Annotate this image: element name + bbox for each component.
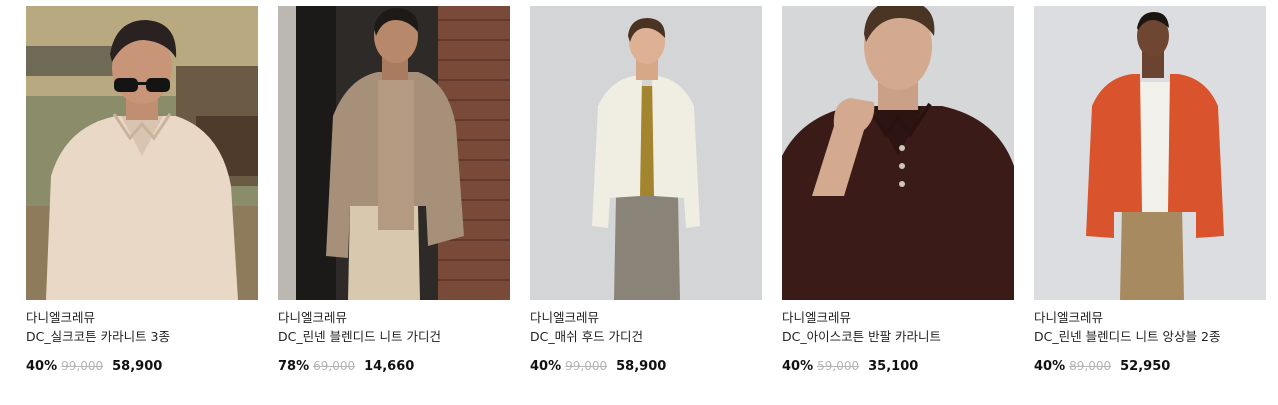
discount-rate: 40% — [1034, 359, 1066, 374]
price-row: 78% 69,000 14,660 — [278, 357, 414, 375]
sale-price: 58,900 — [616, 359, 667, 374]
price-row: 40% 99,000 58,900 — [26, 357, 162, 375]
sale-price: 58,900 — [112, 359, 163, 374]
product-image-short-sleeve-polo — [782, 6, 1014, 300]
product-card[interactable]: 다니엘크레뮤 DC_린넨 블렌디드 니트 가디건 78% 69,000 14,660 — [278, 6, 510, 386]
product-card[interactable]: 다니엘크레뮤 DC_실크코튼 카라니트 3종 40% 99,000 58,900 — [26, 6, 258, 386]
product-card[interactable]: 다니엘크레뮤 DC_매쉬 후드 가디건 40% 99,000 58,900 — [530, 6, 762, 386]
original-price: 59,000 — [817, 359, 860, 373]
sale-price: 52,950 — [1120, 359, 1171, 374]
discount-rate: 40% — [26, 359, 58, 374]
price-row: 40% 99,000 58,900 — [530, 357, 666, 375]
product-card[interactable]: 다니엘크레뮤 DC_아이스코튼 반팔 카라니트 40% 59,000 35,100 — [782, 6, 1014, 386]
product-image[interactable] — [278, 6, 510, 300]
original-price: 69,000 — [313, 359, 356, 373]
product-name[interactable]: DC_매쉬 후드 가디건 — [530, 329, 643, 345]
original-price: 89,000 — [1069, 359, 1112, 373]
product-image[interactable] — [26, 6, 258, 300]
product-name[interactable]: DC_린넨 블렌디드 니트 가디건 — [278, 329, 441, 345]
product-image[interactable] — [782, 6, 1014, 300]
product-grid: 다니엘크레뮤 DC_실크코튼 카라니트 3종 40%99,00058,900 — [0, 0, 1278, 405]
original-price: 99,000 — [61, 359, 104, 373]
product-brand: 다니엘크레뮤 — [26, 310, 96, 325]
product-brand: 다니엘크레뮤 — [530, 310, 600, 325]
original-price: 99,000 — [565, 359, 608, 373]
discount-rate: 78% — [278, 359, 310, 374]
product-brand: 다니엘크레뮤 — [278, 310, 348, 325]
product-image-knit-cardigan — [278, 6, 510, 300]
product-card[interactable]: 다니엘크레뮤 DC_린넨 블렌디드 니트 앙상블 2종 40% 89,000 52,… — [1034, 6, 1266, 386]
sale-price: 35,100 — [868, 359, 919, 374]
price-row: 40% 89,000 52,950 — [1034, 357, 1170, 375]
product-brand: 다니엘크레뮤 — [782, 310, 852, 325]
discount-rate: 40% — [782, 359, 814, 374]
product-brand: 다니엘크레뮤 — [1034, 310, 1104, 325]
sale-price: 14,660 — [364, 359, 415, 374]
product-name[interactable]: DC_린넨 블렌디드 니트 앙상블 2종 — [1034, 329, 1220, 345]
product-image-knit-polo — [26, 6, 258, 300]
discount-rate: 40% — [530, 359, 562, 374]
price-row: 40% 59,000 35,100 — [782, 357, 918, 375]
product-image[interactable] — [530, 6, 762, 300]
product-name[interactable]: DC_아이스코튼 반팔 카라니트 — [782, 329, 941, 345]
product-image[interactable] — [1034, 6, 1266, 300]
product-name[interactable]: DC_실크코튼 카라니트 3종 — [26, 329, 170, 345]
product-image-hood-cardigan — [530, 6, 762, 300]
product-image-knit-ensemble — [1034, 6, 1266, 300]
